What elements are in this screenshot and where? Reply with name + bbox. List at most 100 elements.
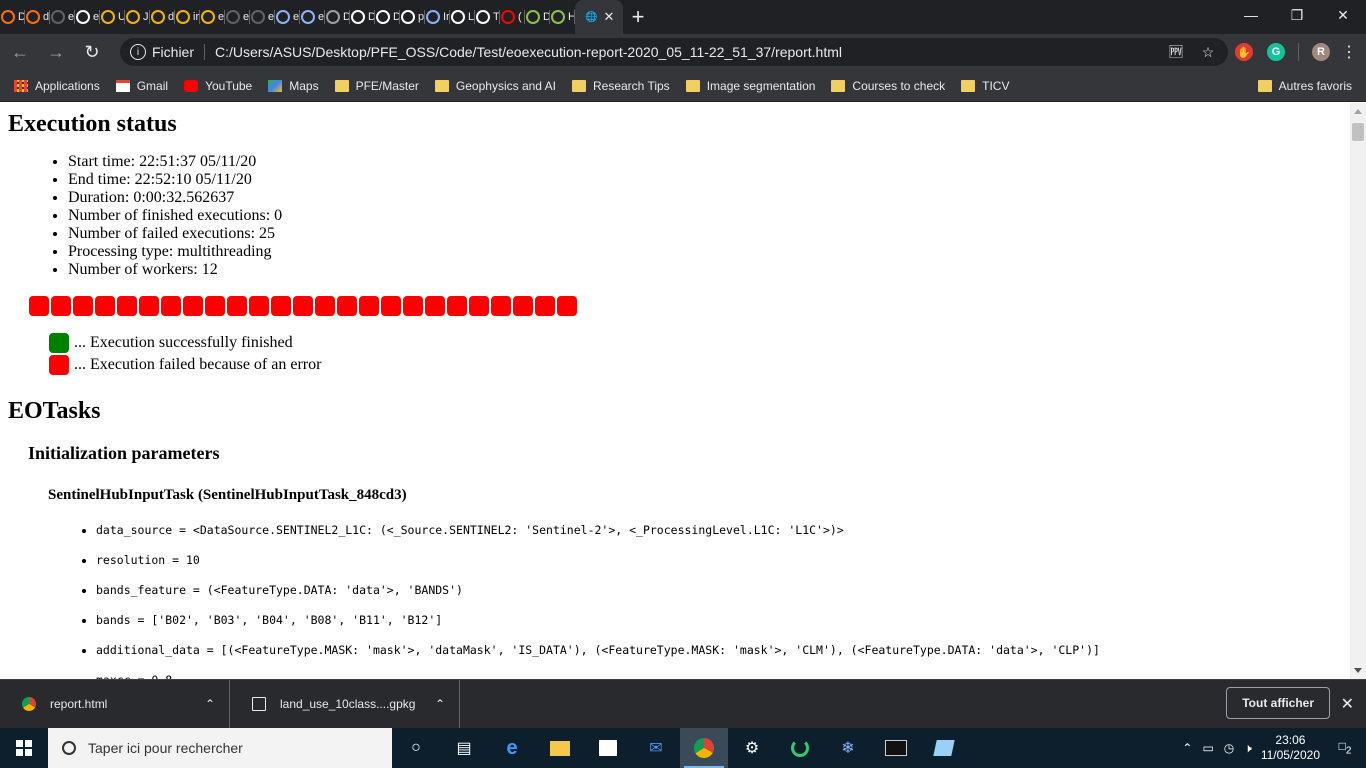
extension-button[interactable]: ✋ xyxy=(1228,36,1260,68)
status-item: Number of finished executions: 0 xyxy=(68,207,282,225)
browser-tab[interactable]: D xyxy=(350,0,375,34)
taskbar-search[interactable]: Taper ici pour rechercher xyxy=(48,728,392,768)
hand-extension-icon: ✋ xyxy=(1235,43,1253,61)
browser-tab[interactable]: e xyxy=(200,0,225,34)
bookmark-item[interactable]: TICV xyxy=(961,79,1009,93)
avatar: R xyxy=(1312,43,1330,61)
browser-tab[interactable]: e xyxy=(300,0,325,34)
start-button[interactable] xyxy=(0,728,48,768)
browser-tab[interactable]: d xyxy=(150,0,175,34)
bookmark-item[interactable]: Gmail xyxy=(115,79,168,93)
address-bar[interactable]: i Fichier C:/Users/ASUS/Desktop/PFE_OSS/… xyxy=(120,38,1228,66)
bookmark-star-icon[interactable]: ☆ xyxy=(1196,44,1220,61)
github-icon xyxy=(226,10,240,24)
loading-ring-icon[interactable] xyxy=(776,728,824,768)
f-icon xyxy=(551,10,565,24)
tab-active[interactable]: 🌐 ✕ xyxy=(575,0,623,34)
browser-tab[interactable]: e xyxy=(275,0,300,34)
terminal-icon[interactable] xyxy=(872,728,920,768)
bookmark-item[interactable]: Courses to check xyxy=(831,79,945,93)
browser-tab[interactable]: ei xyxy=(50,0,75,34)
minimize-icon[interactable]: — xyxy=(1228,0,1274,30)
browser-tab[interactable]: D xyxy=(525,0,550,34)
chevron-up-icon[interactable]: ⌃ xyxy=(205,697,215,711)
bookmark-item[interactable]: PFE/Master xyxy=(334,79,419,93)
cortana-icon[interactable]: ○ xyxy=(392,728,440,768)
bookmark-label: TICV xyxy=(982,78,1010,93)
browser-tab[interactable]: L xyxy=(450,0,475,34)
scroll-up-icon[interactable] xyxy=(1354,109,1362,114)
browser-tab[interactable]: ei xyxy=(75,0,100,34)
info-icon[interactable]: i xyxy=(130,44,146,60)
battery-icon[interactable]: ▭ xyxy=(1202,741,1213,755)
browser-tab[interactable]: Ju xyxy=(125,0,150,34)
bookmark-item[interactable]: Applications xyxy=(14,79,100,93)
browser-tab[interactable]: ( xyxy=(500,0,525,34)
app-snowflake-icon[interactable]: ❄ xyxy=(824,728,872,768)
bookmark-item[interactable]: Research Tips xyxy=(571,79,670,93)
file-explorer-icon[interactable] xyxy=(536,728,584,768)
page-scrollbar[interactable] xyxy=(1350,103,1366,679)
bookmarks-bar: Applications Gmail YouTube Maps PFE/Master Ge… xyxy=(0,70,1366,102)
forward-button[interactable]: → xyxy=(40,36,72,68)
grammarly-button[interactable]: G xyxy=(1260,36,1292,68)
translate-icon[interactable]: 🅎 xyxy=(1164,42,1188,62)
url-text[interactable]: C:/Users/ASUS/Desktop/PFE_OSS/Code/Test/… xyxy=(215,44,1164,60)
browser-tab[interactable]: Ir xyxy=(425,0,450,34)
browser-tab[interactable]: p xyxy=(400,0,425,34)
profile-button[interactable]: R xyxy=(1305,36,1337,68)
browser-tab[interactable]: D xyxy=(325,0,350,34)
download-item-report[interactable]: report.html ⌃ xyxy=(0,679,230,729)
tab-title: e xyxy=(318,11,324,23)
execution-failed-box xyxy=(29,296,49,316)
browser-tab[interactable]: D xyxy=(0,0,25,34)
chrome-taskbar-icon[interactable] xyxy=(680,728,728,768)
execution-failed-box xyxy=(51,296,71,316)
reload-button[interactable]: ↻ xyxy=(76,36,108,68)
more-menu-icon[interactable]: ⋮ xyxy=(1337,42,1361,62)
volume-icon[interactable]: 🕨 xyxy=(1244,741,1252,756)
browser-tab[interactable]: H xyxy=(550,0,575,34)
app-window-icon[interactable] xyxy=(920,728,968,768)
browser-tab[interactable]: e xyxy=(250,0,275,34)
show-all-downloads-button[interactable]: Tout afficher xyxy=(1226,687,1330,719)
browser-tab[interactable]: d xyxy=(25,0,50,34)
browser-tab[interactable]: Tr xyxy=(475,0,500,34)
status-item: Start time: 22:51:37 05/11/20 xyxy=(68,153,282,171)
new-tab-button[interactable]: + xyxy=(623,0,653,34)
status-item: End time: 22:52:10 05/11/20 xyxy=(68,171,282,189)
browser-tab[interactable]: e xyxy=(225,0,250,34)
browser-tab[interactable]: U xyxy=(100,0,125,34)
scroll-thumb[interactable] xyxy=(1352,123,1364,141)
restore-icon[interactable]: ❐ xyxy=(1274,0,1320,30)
chevron-up-icon[interactable]: ⌃ xyxy=(1182,741,1192,755)
task-view-icon[interactable]: ▤ xyxy=(440,728,488,768)
other-bookmarks[interactable]: Autres favoris xyxy=(1257,79,1352,93)
settings-gear-icon[interactable]: ⚙ xyxy=(728,728,776,768)
execution-failed-box xyxy=(117,296,137,316)
back-button[interactable]: ← xyxy=(4,36,36,68)
mail-icon[interactable]: ✉ xyxy=(632,728,680,768)
close-tab-icon[interactable]: ✕ xyxy=(604,9,615,25)
clock[interactable]: 23:06 11/05/2020 xyxy=(1261,733,1320,763)
edge-icon[interactable]: e xyxy=(488,728,536,768)
notification-icon[interactable]: □2 xyxy=(1330,739,1360,756)
download-item-gpkg[interactable]: land_use_10class....gpkg ⌃ xyxy=(230,679,460,729)
browser-tab[interactable]: D xyxy=(375,0,400,34)
notebook-icon xyxy=(201,10,215,24)
download-filename: report.html xyxy=(50,697,108,711)
bookmark-item[interactable]: Maps xyxy=(268,79,319,93)
wifi-icon[interactable]: ◷ xyxy=(1224,741,1234,755)
close-shelf-icon[interactable]: ✕ xyxy=(1341,694,1354,714)
task-name-heading: SentinelHubInputTask (SentinelHubInputTa… xyxy=(48,487,407,503)
browser-tab[interactable]: ir xyxy=(175,0,200,34)
close-window-icon[interactable]: ✕ xyxy=(1320,0,1366,30)
tab-strip: Dd ei ei U Ju d ir e e e e e D D Dp Ir L Tr (D H 🌐 ✕ + — ❐ … xyxy=(0,0,1366,34)
bookmark-item[interactable]: Geophysics and AI xyxy=(434,79,556,93)
status-item: Number of workers: 12 xyxy=(68,261,282,279)
scroll-down-icon[interactable] xyxy=(1354,668,1362,673)
bookmark-item[interactable]: Image segmentation xyxy=(685,79,815,93)
store-icon[interactable] xyxy=(584,728,632,768)
chevron-up-icon[interactable]: ⌃ xyxy=(435,697,445,711)
bookmark-item[interactable]: YouTube xyxy=(184,79,252,93)
